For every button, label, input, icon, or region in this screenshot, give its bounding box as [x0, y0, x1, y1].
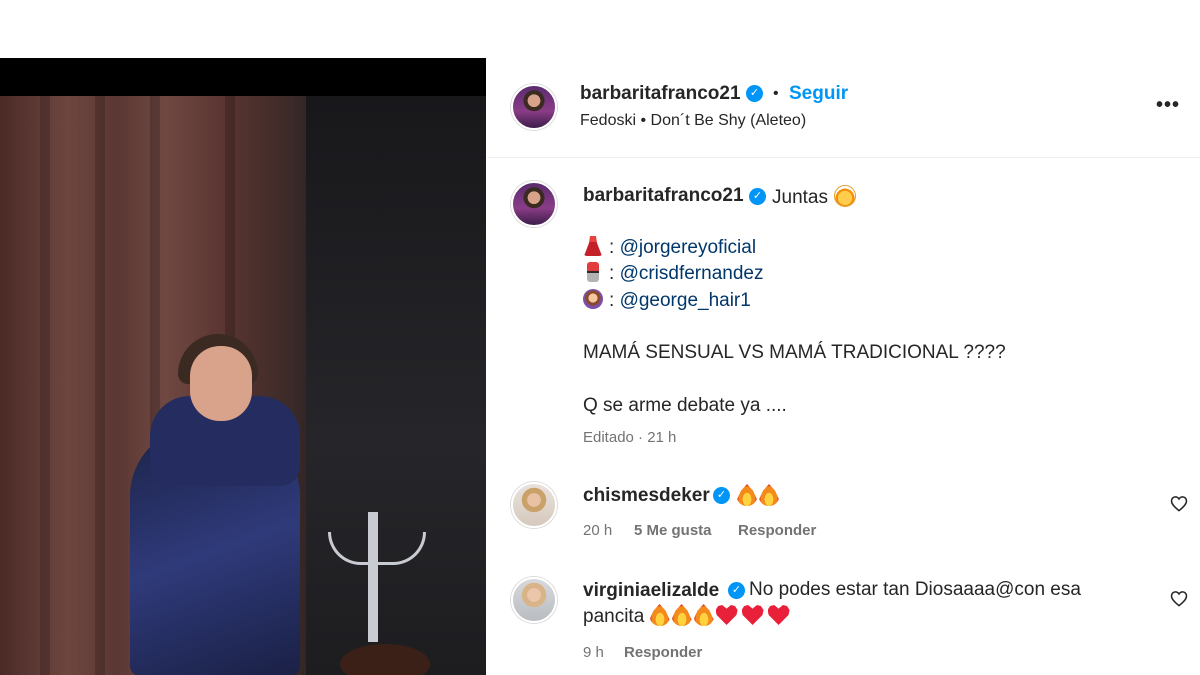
verified-badge-icon: ✓ — [749, 188, 766, 205]
post-side-panel: barbaritafranco21 ✓ • Seguir Fedoski • D… — [487, 58, 1200, 675]
heart-outline-icon[interactable] — [1170, 590, 1188, 607]
credit-line: : @george_hair1 — [583, 289, 751, 312]
credit-prefix: : — [609, 290, 615, 311]
fire-emoji-icon — [693, 604, 714, 626]
comment-likes[interactable]: 5 Me gusta — [634, 522, 712, 539]
verified-badge-icon: ✓ — [728, 582, 745, 599]
fire-emoji-icon — [737, 484, 757, 506]
comment-text-word: pancita — [583, 606, 645, 627]
caption-first-line: barbaritafranco21 — [583, 185, 744, 207]
caption-edited-time: Editado · 21 h — [583, 429, 677, 446]
face — [190, 346, 252, 421]
comment-username[interactable]: chismesdeker — [583, 485, 710, 507]
haircut-emoji-icon — [583, 289, 603, 309]
caption-avatar[interactable] — [511, 181, 557, 227]
curtain-fold — [95, 96, 105, 675]
credit-prefix: : — [609, 263, 615, 284]
more-options-icon[interactable]: ••• — [1156, 94, 1180, 117]
caption-juntas: Juntas — [772, 187, 828, 208]
separator-dot: • — [773, 85, 779, 102]
comment-avatar[interactable] — [511, 577, 557, 623]
comment-username[interactable]: virginiaelizalde — [583, 580, 719, 602]
fire-emoji-icon — [671, 604, 692, 626]
reply-button[interactable]: Responder — [738, 522, 816, 539]
hot-face-emoji-icon — [833, 185, 856, 207]
verified-badge-icon: ✓ — [746, 85, 763, 102]
author-username[interactable]: barbaritafranco21 — [580, 83, 741, 105]
verified-badge-icon: ✓ — [713, 487, 730, 504]
credit-line: : @crisdfernandez — [583, 262, 763, 285]
lipstick-emoji-icon — [587, 262, 599, 282]
heart-outline-icon[interactable] — [1170, 495, 1188, 512]
follow-button[interactable]: Seguir — [789, 83, 848, 105]
mention-link[interactable]: @george_hair1 — [620, 290, 751, 311]
caption-debate: Q se arme debate ya .... — [583, 395, 787, 416]
comment-time: 20 h — [583, 522, 613, 539]
comment-emojis — [737, 484, 781, 508]
credit-prefix: : — [609, 237, 615, 258]
post-header: barbaritafranco21 ✓ • Seguir Fedoski • D… — [487, 58, 1200, 158]
caption-author[interactable]: barbaritafranco21 — [583, 185, 744, 206]
audio-track-link[interactable]: Fedoski • Don´t Be Shy (Aleteo) — [580, 112, 806, 130]
comment-time: 9 h — [583, 644, 604, 661]
comment-text-line2: pancita — [583, 604, 794, 630]
candelabra — [318, 492, 430, 642]
fire-emoji-icon — [649, 604, 670, 626]
mention-link[interactable]: @crisdfernandez — [620, 263, 764, 284]
comment-text-line1: No podes estar tan Diosaaaa@con esa — [749, 579, 1081, 600]
curtain-fold — [40, 96, 50, 675]
heart-emoji-icon — [741, 605, 764, 625]
heart-emoji-icon — [767, 605, 790, 625]
caption-text: Juntas — [772, 185, 856, 209]
post-media[interactable] — [0, 58, 486, 675]
comment-avatar[interactable] — [511, 482, 557, 528]
caption-question: MAMÁ SENSUAL VS MAMÁ TRADICIONAL ???? — [583, 342, 1006, 363]
reply-button[interactable]: Responder — [624, 644, 702, 661]
fire-emoji-icon — [759, 484, 779, 506]
heart-emoji-icon — [715, 605, 738, 625]
credit-line: : @jorgereyoficial — [583, 236, 756, 259]
avatar[interactable] — [511, 84, 557, 130]
mention-link[interactable]: @jorgereyoficial — [620, 237, 757, 258]
dress-emoji-icon — [584, 236, 602, 256]
post-photo — [0, 96, 486, 675]
